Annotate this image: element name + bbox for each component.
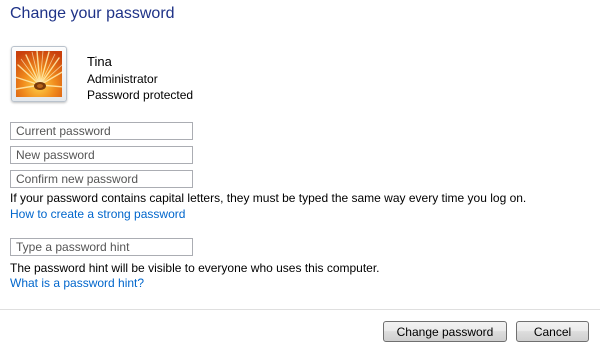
flower-picture-icon	[16, 51, 62, 97]
password-hint-field[interactable]	[10, 238, 193, 256]
avatar	[11, 46, 67, 102]
user-name: Tina	[87, 54, 112, 69]
cancel-button[interactable]: Cancel	[516, 321, 589, 342]
new-password-field[interactable]	[10, 146, 193, 164]
page-title: Change your password	[10, 5, 175, 22]
current-password-field[interactable]	[10, 122, 193, 140]
strong-password-link[interactable]: How to create a strong password	[10, 207, 185, 221]
user-password-status: Password protected	[87, 88, 194, 102]
password-hint-help-link[interactable]: What is a password hint?	[10, 276, 144, 290]
change-password-button[interactable]: Change password	[383, 321, 507, 342]
capital-letters-note: If your password contains capital letter…	[10, 191, 527, 205]
confirm-password-field[interactable]	[10, 170, 193, 188]
footer-divider	[0, 309, 600, 310]
user-role: Administrator	[87, 72, 158, 86]
hint-visibility-note: The password hint will be visible to eve…	[10, 261, 380, 275]
